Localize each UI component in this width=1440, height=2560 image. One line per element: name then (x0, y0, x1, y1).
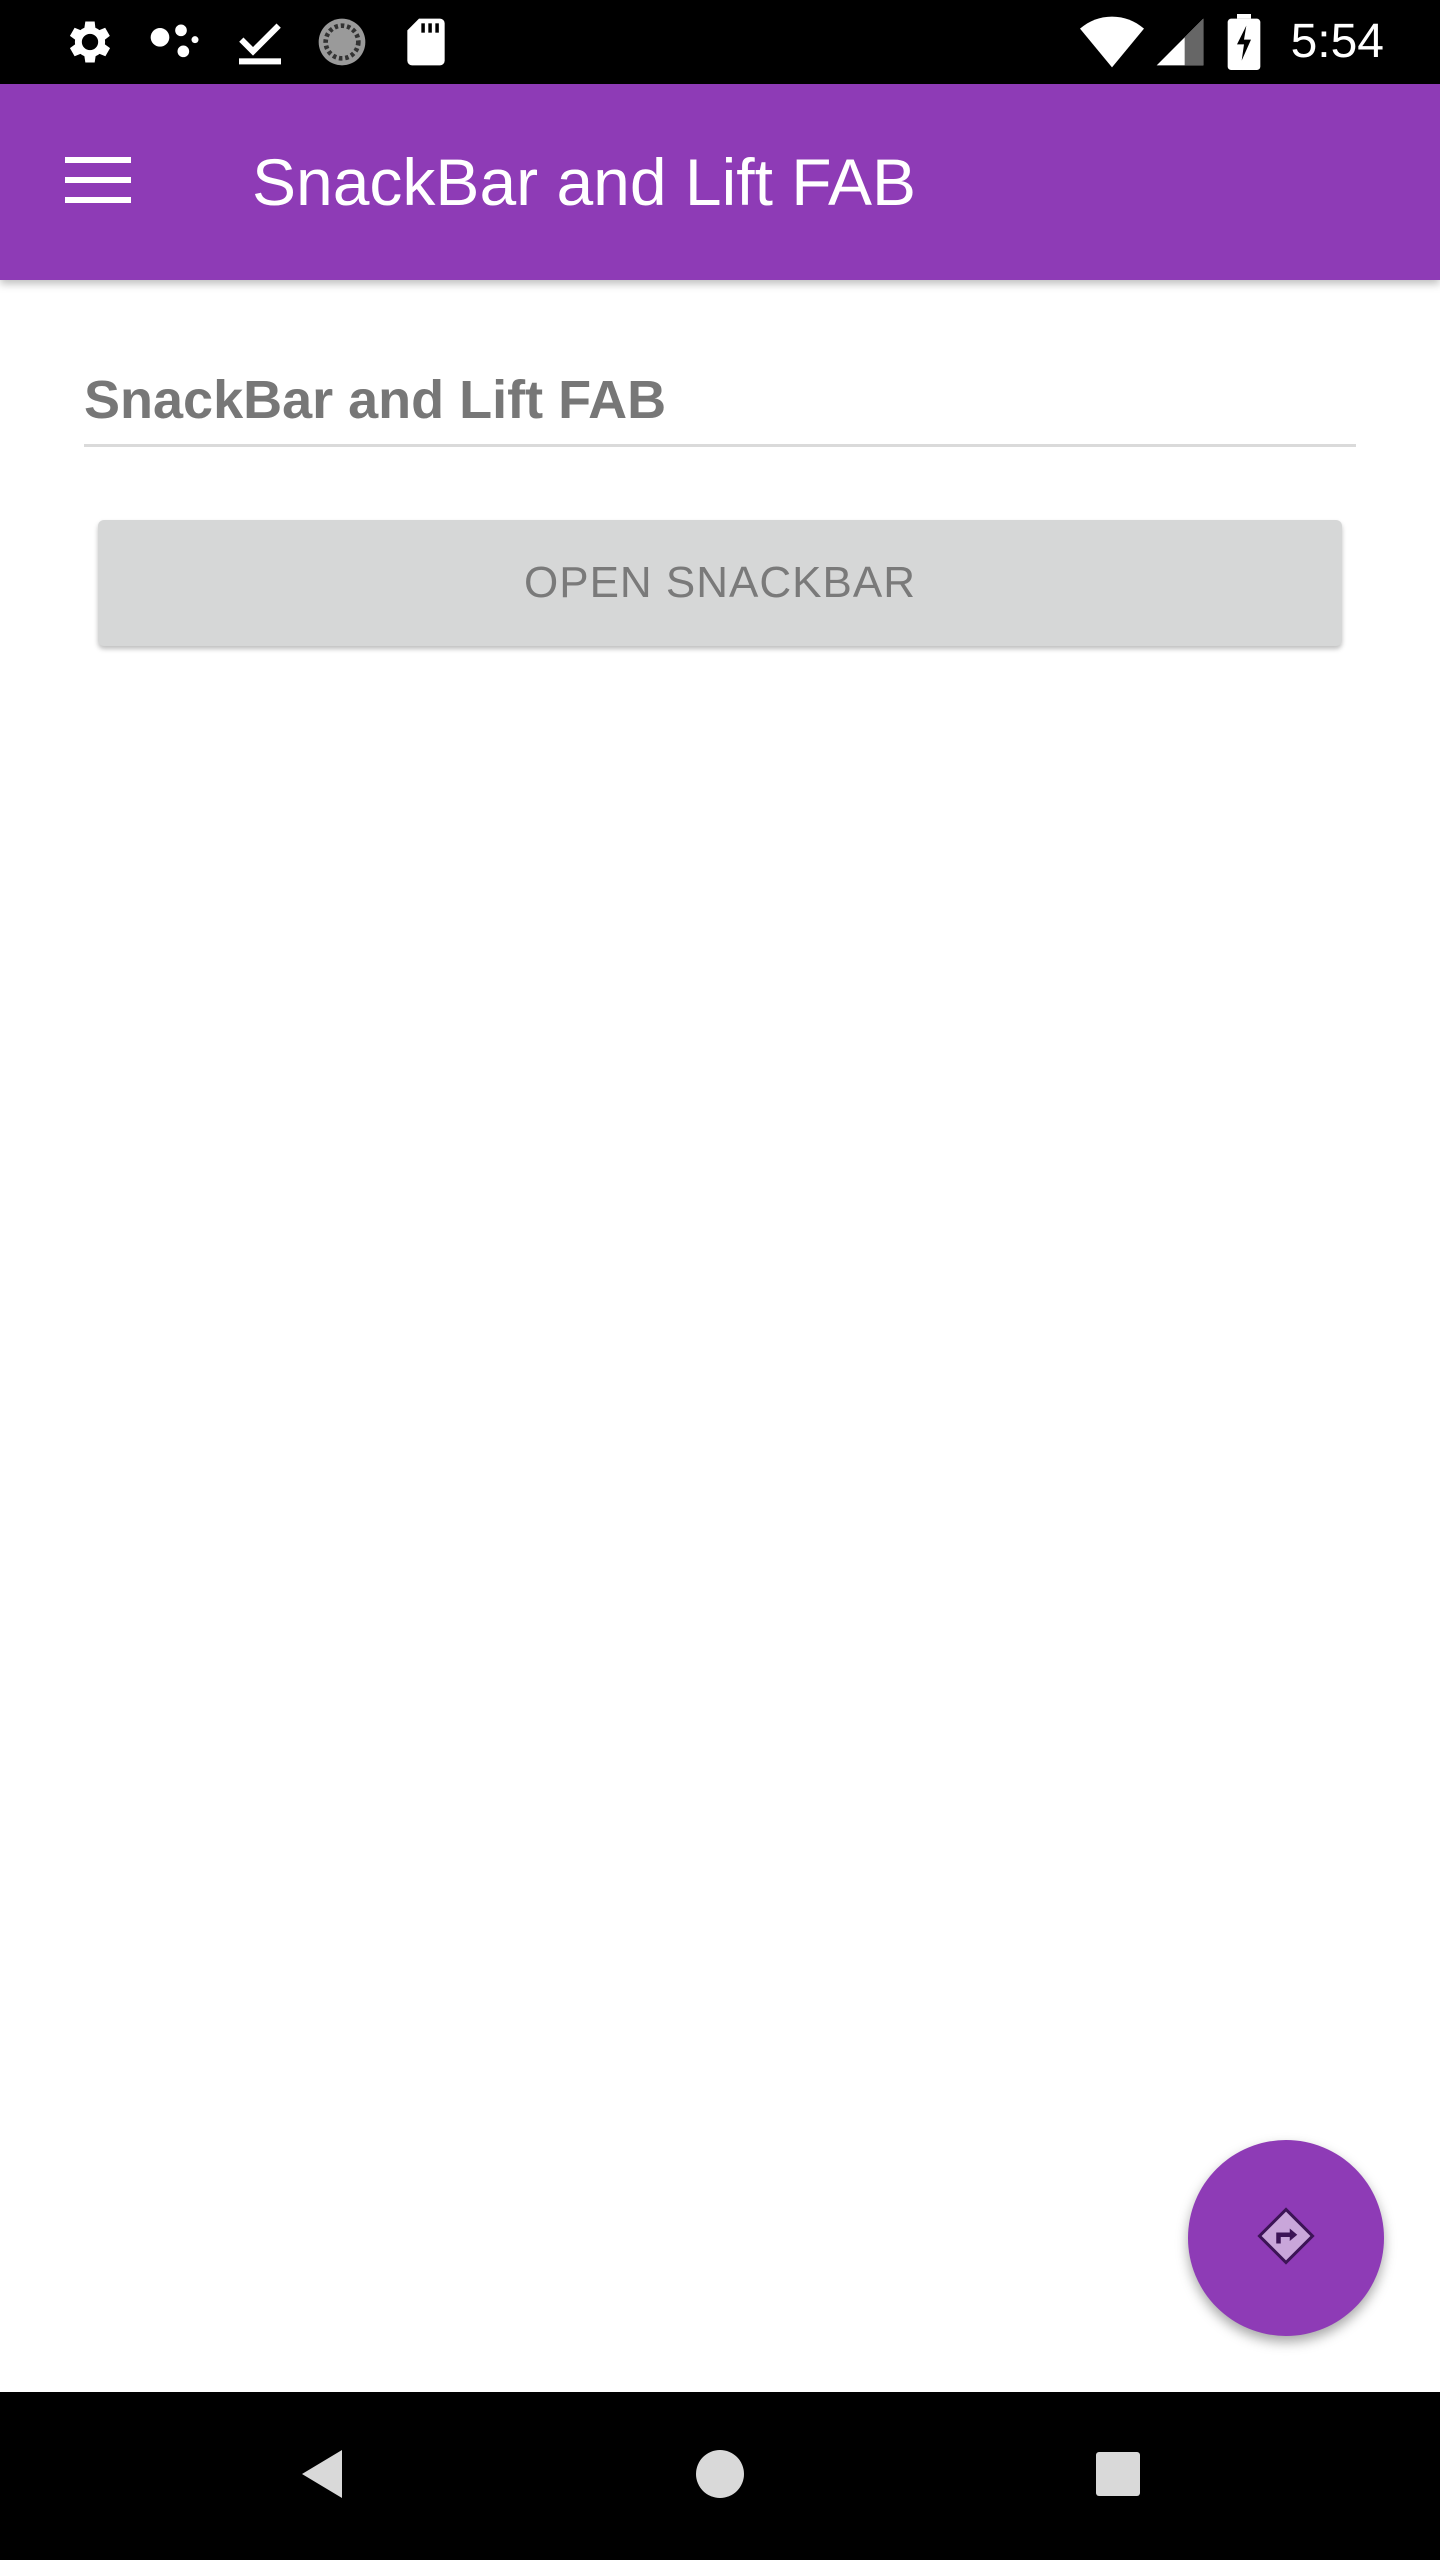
app-bar-title: SnackBar and Lift FAB (252, 145, 917, 219)
status-time: 5:54 (1290, 15, 1384, 68)
settings-icon (62, 14, 118, 70)
directions-icon (1256, 2206, 1316, 2271)
sd-card-icon (398, 14, 454, 70)
share-dots-icon (146, 14, 202, 70)
loading-spinner-icon (314, 14, 370, 70)
text-field-value: SnackBar and Lift FAB (84, 370, 667, 430)
title-text-field[interactable]: SnackBar and Lift FAB (84, 360, 1356, 447)
home-icon (695, 2449, 745, 2504)
download-done-icon (232, 14, 288, 70)
menu-button[interactable] (40, 128, 156, 236)
recents-button[interactable] (1078, 2436, 1158, 2516)
home-button[interactable] (680, 2436, 760, 2516)
fab-button[interactable] (1188, 2140, 1384, 2336)
open-snackbar-button[interactable]: OPEN SNACKBAR (98, 520, 1342, 646)
menu-icon (65, 155, 131, 210)
battery-charging-icon (1222, 14, 1266, 71)
signal-icon (1152, 14, 1208, 70)
nav-bar (0, 2392, 1440, 2560)
app-bar: SnackBar and Lift FAB (0, 84, 1440, 280)
wifi-icon (1080, 14, 1144, 70)
recents-icon (1096, 2451, 1140, 2501)
back-button[interactable] (282, 2436, 362, 2516)
back-icon (298, 2448, 346, 2505)
status-bar: 5:54 (0, 0, 1440, 84)
open-snackbar-label: OPEN SNACKBAR (524, 558, 916, 607)
